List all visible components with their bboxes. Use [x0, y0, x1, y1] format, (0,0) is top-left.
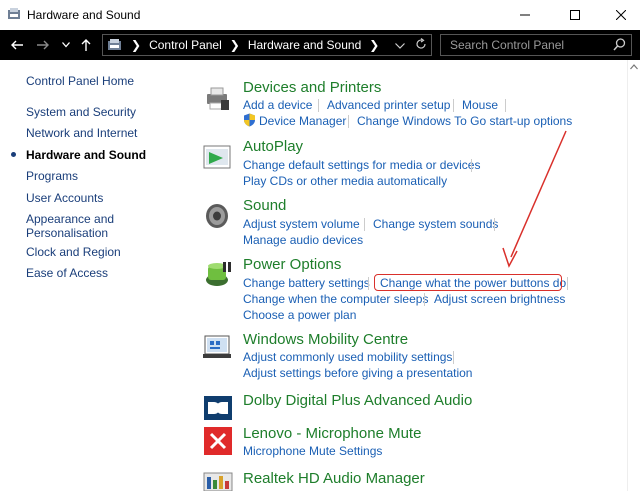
- change-windows-to-go-link[interactable]: Change Windows To Go start-up options: [357, 114, 572, 128]
- sound-title[interactable]: Sound: [243, 197, 286, 215]
- forward-arrow-icon: [37, 40, 49, 50]
- lenovo-microphone-mute-title[interactable]: Lenovo - Microphone Mute: [243, 425, 421, 443]
- sidebar-item-programs[interactable]: Programs: [26, 169, 78, 183]
- adjust-system-volume-link[interactable]: Adjust system volume: [243, 217, 360, 231]
- sidebar-item-user-accounts[interactable]: User Accounts: [26, 191, 103, 205]
- vertical-scrollbar[interactable]: [627, 60, 640, 491]
- refresh-icon: [416, 38, 426, 49]
- maximize-icon: [570, 10, 580, 20]
- sidebar-item-network-and-internet[interactable]: Network and Internet: [26, 126, 137, 140]
- device-manager-link[interactable]: Device Manager: [259, 114, 346, 128]
- link-separator: [348, 115, 349, 128]
- chevron-down-icon: [395, 43, 405, 49]
- link-separator: [494, 218, 495, 231]
- play-cds-link[interactable]: Play CDs or other media automatically: [243, 174, 447, 188]
- advanced-printer-setup-link[interactable]: Advanced printer setup: [327, 98, 450, 112]
- microphone-mute-settings-link[interactable]: Microphone Mute Settings: [243, 444, 382, 458]
- back-arrow-icon: [11, 40, 23, 50]
- address-dropdown-button[interactable]: [395, 38, 411, 52]
- chevron-down-icon: [62, 42, 70, 48]
- breadcrumb-control-panel[interactable]: Control Panel: [149, 38, 222, 52]
- mobility-centre-icon[interactable]: [203, 333, 233, 363]
- change-default-media-settings-link[interactable]: Change default settings for media or dev…: [243, 158, 480, 172]
- sidebar-item-ease-of-access[interactable]: Ease of Access: [26, 266, 108, 280]
- mouse-link[interactable]: Mouse: [462, 98, 498, 112]
- link-separator: [318, 99, 319, 112]
- sidebar-item-clock-and-region[interactable]: Clock and Region: [26, 245, 121, 259]
- change-computer-sleeps-link[interactable]: Change when the computer sleeps: [243, 292, 428, 306]
- search-icon[interactable]: [613, 38, 626, 51]
- breadcrumb-separator-icon: ❯: [229, 38, 240, 52]
- sidebar-item-personalisation[interactable]: Personalisation: [26, 226, 108, 240]
- link-separator: [505, 99, 506, 112]
- realtek-audio-icon[interactable]: [203, 471, 233, 491]
- adjust-presentation-settings-link[interactable]: Adjust settings before giving a presenta…: [243, 366, 472, 380]
- change-system-sounds-link[interactable]: Change system sounds: [373, 217, 498, 231]
- change-battery-settings-link[interactable]: Change battery settings: [243, 276, 370, 290]
- sidebar-item-system-and-security[interactable]: System and Security: [26, 105, 136, 119]
- sidebar-item-hardware-and-sound[interactable]: Hardware and Sound: [26, 148, 146, 162]
- recent-locations-button[interactable]: [60, 36, 72, 54]
- adjust-mobility-settings-link[interactable]: Adjust commonly used mobility settings: [243, 350, 452, 364]
- speaker-icon[interactable]: [203, 201, 233, 231]
- power-options-icon[interactable]: [203, 258, 233, 288]
- control-panel-icon: [108, 39, 121, 50]
- link-separator: [424, 293, 425, 306]
- title-bar: Hardware and Sound: [0, 0, 640, 30]
- microphone-mute-icon[interactable]: [203, 426, 233, 456]
- link-separator: [453, 351, 454, 364]
- autoplay-icon[interactable]: [203, 143, 233, 173]
- forward-button[interactable]: [34, 36, 52, 54]
- minimize-button[interactable]: [502, 0, 548, 30]
- scroll-up-arrow-icon[interactable]: [630, 64, 638, 70]
- address-toolbar: ❯ Control Panel ❯ Hardware and Sound ❯: [0, 30, 640, 60]
- realtek-audio-title[interactable]: Realtek HD Audio Manager: [243, 470, 425, 488]
- add-a-device-link[interactable]: Add a device: [243, 98, 312, 112]
- back-button[interactable]: [8, 36, 26, 54]
- close-icon: [616, 10, 626, 20]
- breadcrumb-hardware-and-sound[interactable]: Hardware and Sound: [248, 38, 361, 52]
- link-separator: [567, 277, 568, 290]
- devices-and-printers-title[interactable]: Devices and Printers: [243, 79, 381, 97]
- breadcrumb-separator-icon: ❯: [131, 38, 142, 52]
- search-input[interactable]: [441, 35, 611, 55]
- window-title: Hardware and Sound: [27, 8, 141, 22]
- link-separator: [364, 218, 365, 231]
- mobility-centre-title[interactable]: Windows Mobility Centre: [243, 331, 408, 349]
- link-separator: [453, 99, 454, 112]
- close-button[interactable]: [598, 0, 640, 30]
- link-separator: [368, 277, 369, 290]
- current-section-bullet: [11, 152, 16, 157]
- control-panel-icon: [8, 8, 20, 19]
- dolby-title[interactable]: Dolby Digital Plus Advanced Audio: [243, 392, 472, 410]
- devices-and-printers-icon[interactable]: [203, 84, 233, 114]
- choose-power-plan-link[interactable]: Choose a power plan: [243, 308, 356, 322]
- maximize-button[interactable]: [552, 0, 598, 30]
- shield-icon: [244, 113, 255, 127]
- search-box: [440, 34, 632, 56]
- link-separator: [471, 159, 472, 172]
- minimize-icon: [520, 14, 530, 16]
- autoplay-title[interactable]: AutoPlay: [243, 138, 303, 156]
- adjust-screen-brightness-link[interactable]: Adjust screen brightness: [434, 292, 565, 306]
- sidebar-item-control-panel-home[interactable]: Control Panel Home: [26, 74, 134, 88]
- sidebar-item-appearance-and[interactable]: Appearance and: [26, 212, 114, 226]
- refresh-button[interactable]: [415, 38, 429, 52]
- breadcrumb-separator-icon: ❯: [369, 38, 380, 52]
- up-button[interactable]: [78, 36, 94, 54]
- dolby-icon[interactable]: [203, 393, 233, 423]
- up-arrow-icon: [81, 39, 91, 51]
- manage-audio-devices-link[interactable]: Manage audio devices: [243, 233, 363, 247]
- address-bar[interactable]: ❯ Control Panel ❯ Hardware and Sound ❯: [102, 34, 432, 56]
- power-options-title[interactable]: Power Options: [243, 256, 341, 274]
- annotation-highlight-box: [374, 274, 562, 291]
